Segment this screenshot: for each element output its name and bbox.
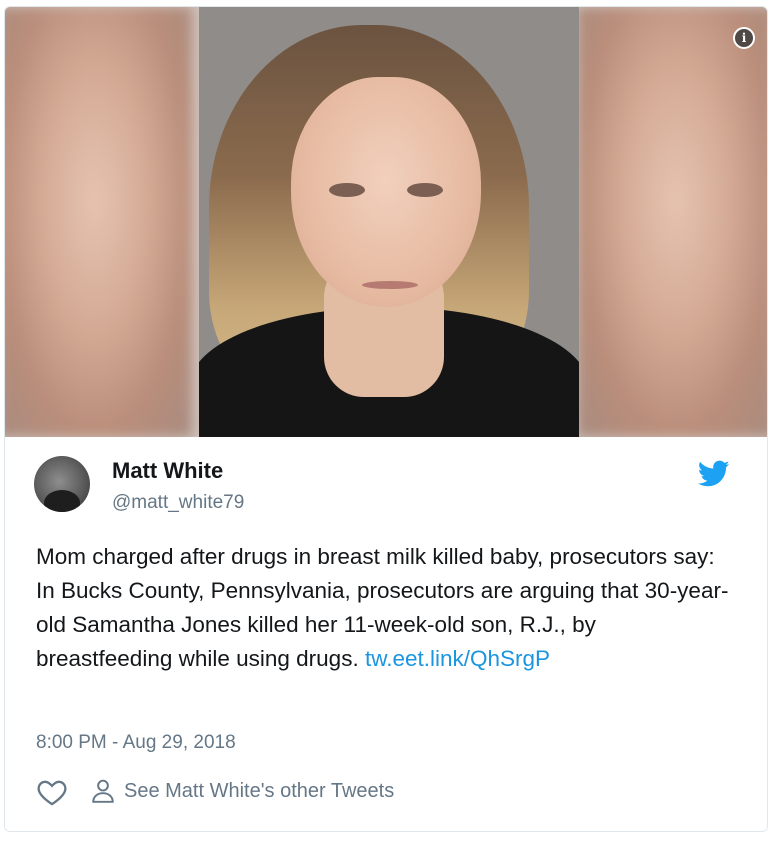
twitter-bird-icon[interactable] <box>698 460 730 488</box>
blurred-background-left <box>5 7 192 437</box>
person-icon <box>92 779 114 803</box>
tweet-link[interactable]: tw.eet.link/QhSrgP <box>365 646 550 671</box>
heart-icon[interactable] <box>36 778 68 806</box>
blurred-background-right <box>577 7 767 437</box>
tweet-actions: See Matt White's other Tweets <box>36 776 536 806</box>
see-other-tweets-label: See Matt White's other Tweets <box>124 779 395 802</box>
photo-eye-left <box>329 183 365 197</box>
info-icon[interactable]: i <box>733 27 755 49</box>
tweet-card: i <box>4 6 768 832</box>
mugshot-photo <box>199 7 579 437</box>
photo-mouth <box>362 281 418 289</box>
author-name[interactable]: Matt White <box>112 458 223 484</box>
author-handle[interactable]: @matt_white79 <box>112 492 244 514</box>
see-other-tweets-link[interactable]: See Matt White's other Tweets <box>90 776 394 806</box>
photo-face <box>291 77 481 307</box>
photo-eye-right <box>407 183 443 197</box>
avatar[interactable] <box>34 456 90 512</box>
tweet-text: Mom charged after drugs in breast milk k… <box>36 540 736 676</box>
tweet-timestamp[interactable]: 8:00 PM - Aug 29, 2018 <box>36 732 236 754</box>
tweet-media-photo[interactable]: i <box>5 7 767 437</box>
